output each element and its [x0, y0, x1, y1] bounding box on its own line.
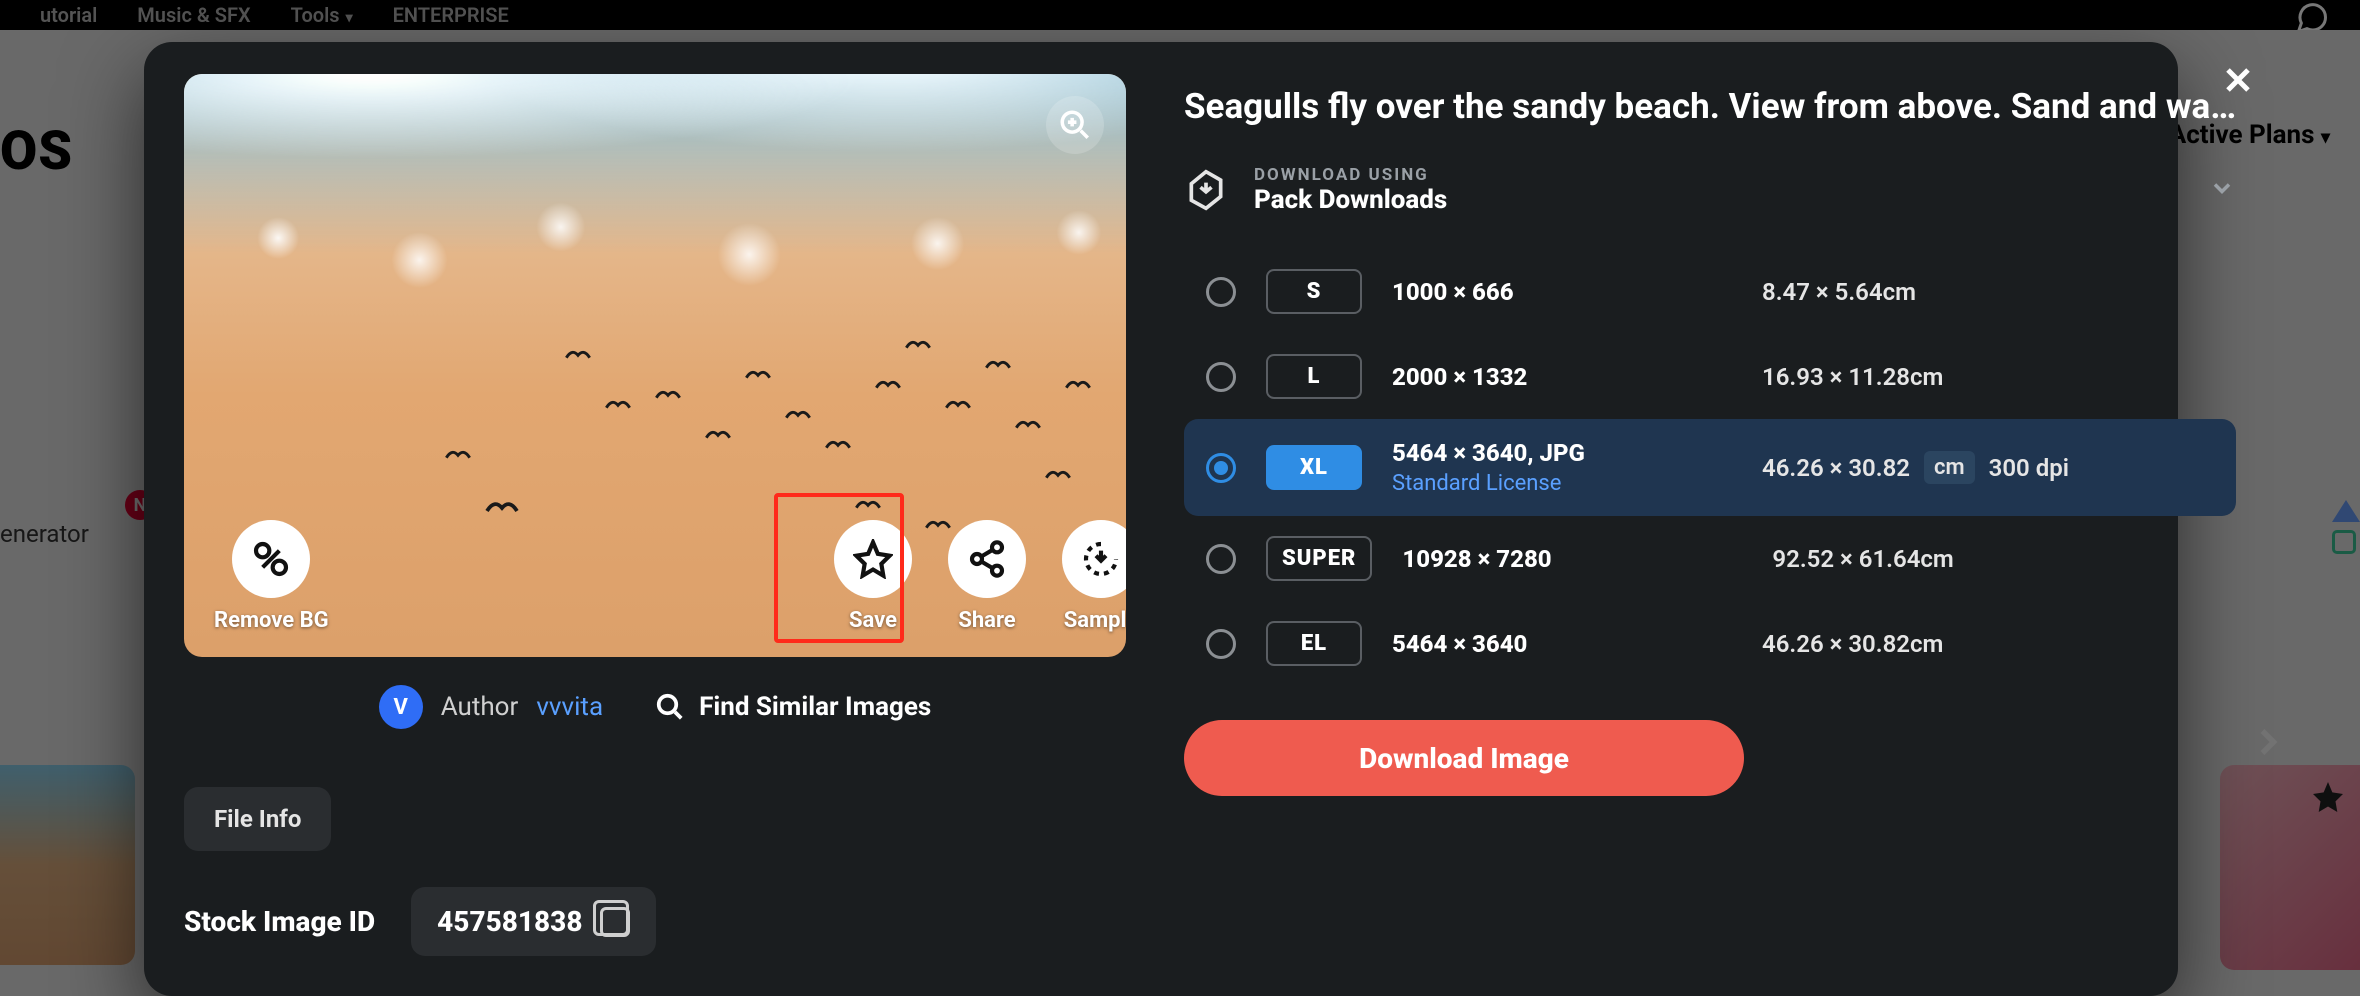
download-using-label: DOWNLOAD USING [1254, 165, 1447, 185]
download-image-button[interactable]: Download Image [1184, 720, 1744, 796]
favorite-icon[interactable] [2310, 779, 2346, 815]
radio-icon [1206, 544, 1236, 574]
size-code: XL [1266, 445, 1362, 490]
sample-button[interactable]: Sample [1062, 520, 1126, 633]
close-button[interactable] [2218, 60, 2258, 104]
license-link[interactable]: Standard License [1392, 471, 1732, 496]
author-label: Author [441, 692, 519, 722]
chevron-down-icon [2208, 174, 2236, 206]
size-option-xl[interactable]: XL 5464 × 3640, JPG Standard License 46.… [1184, 419, 2236, 516]
related-thumb[interactable] [2220, 765, 2360, 970]
image-title: Seagulls fly over the sandy beach. View … [1184, 86, 2236, 127]
download-method-selector[interactable]: DOWNLOAD USING Pack Downloads [1184, 157, 2236, 249]
stock-id-copy[interactable]: 457581838 [411, 887, 656, 956]
size-physical: 46.26 × 30.82cm [1762, 630, 2214, 658]
size-dimensions: 5464 × 3640, JPG [1392, 439, 1732, 467]
remove-bg-button[interactable]: Remove BG [214, 520, 329, 633]
size-option-super[interactable]: SUPER 10928 × 7280 92.52 × 61.64cm [1184, 516, 2236, 601]
size-code: SUPER [1266, 536, 1372, 581]
save-label: Save [849, 608, 897, 633]
size-physical: 92.52 × 61.64cm [1772, 545, 2214, 573]
nav-item[interactable]: utorial [40, 3, 97, 27]
share-label: Share [958, 608, 1015, 633]
size-physical: 16.93 × 11.28cm [1762, 363, 2214, 391]
author-name-link[interactable]: vvvita [536, 692, 603, 722]
triangle-icon[interactable] [2332, 500, 2360, 522]
size-dimensions: 10928 × 7280 [1402, 545, 1742, 573]
generator-fragment: enerator [0, 520, 89, 548]
size-code: EL [1266, 621, 1362, 666]
size-physical: 46.26 × 30.82cm300 dpi [1762, 451, 2214, 484]
size-options: S 1000 × 666 8.47 × 5.64cm L 2000 × 1332… [1184, 249, 2236, 686]
nav-item[interactable]: Tools▾ [291, 3, 353, 27]
remove-bg-label: Remove BG [214, 608, 329, 633]
nav-item[interactable]: ENTERPRISE [393, 3, 509, 27]
size-option-l[interactable]: L 2000 × 1332 16.93 × 11.28cm [1184, 334, 2236, 419]
size-option-el[interactable]: EL 5464 × 3640 46.26 × 30.82cm [1184, 601, 2236, 686]
author-avatar[interactable]: V [379, 685, 423, 729]
stock-id-value: 457581838 [437, 905, 582, 938]
zoom-in-icon[interactable] [1046, 96, 1104, 154]
radio-icon [1206, 362, 1236, 392]
next-arrow-icon[interactable] [2246, 720, 2290, 775]
top-nav: utorial Music & SFX Tools▾ ENTERPRISE [0, 0, 2360, 30]
save-button[interactable]: Save [834, 520, 912, 633]
radio-icon [1206, 277, 1236, 307]
download-method-value: Pack Downloads [1254, 185, 1447, 215]
radio-icon [1206, 629, 1236, 659]
size-option-s[interactable]: S 1000 × 666 8.47 × 5.64cm [1184, 249, 2236, 334]
size-physical: 8.47 × 5.64cm [1762, 278, 2214, 306]
author-row: V Author vvvita Find Similar Images [184, 685, 1126, 729]
find-similar-label: Find Similar Images [699, 692, 931, 722]
size-dimensions: 5464 × 3640 [1392, 630, 1732, 658]
related-thumb[interactable] [0, 765, 135, 965]
stock-id-row: Stock Image ID 457581838 [184, 887, 1126, 956]
sample-label: Sample [1064, 608, 1126, 633]
image-detail-modal: Remove BG Save Share [144, 42, 2178, 996]
share-button[interactable]: Share [948, 520, 1026, 633]
square-icon[interactable] [2332, 530, 2356, 554]
size-code: L [1266, 354, 1362, 399]
image-preview[interactable]: Remove BG Save Share [184, 74, 1126, 657]
stock-id-label: Stock Image ID [184, 905, 375, 938]
find-similar-button[interactable]: Find Similar Images [655, 692, 931, 722]
radio-icon [1206, 453, 1236, 483]
tool-palette [2332, 500, 2360, 554]
size-dimensions: 2000 × 1332 [1392, 363, 1732, 391]
nav-item[interactable]: Music & SFX [137, 3, 250, 27]
size-code: S [1266, 269, 1362, 314]
file-info-button[interactable]: File Info [184, 787, 331, 851]
logo-fragment: OS [0, 120, 73, 183]
size-dimensions: 1000 × 666 [1392, 278, 1732, 306]
pack-icon [1184, 168, 1228, 212]
copy-icon [600, 907, 630, 937]
